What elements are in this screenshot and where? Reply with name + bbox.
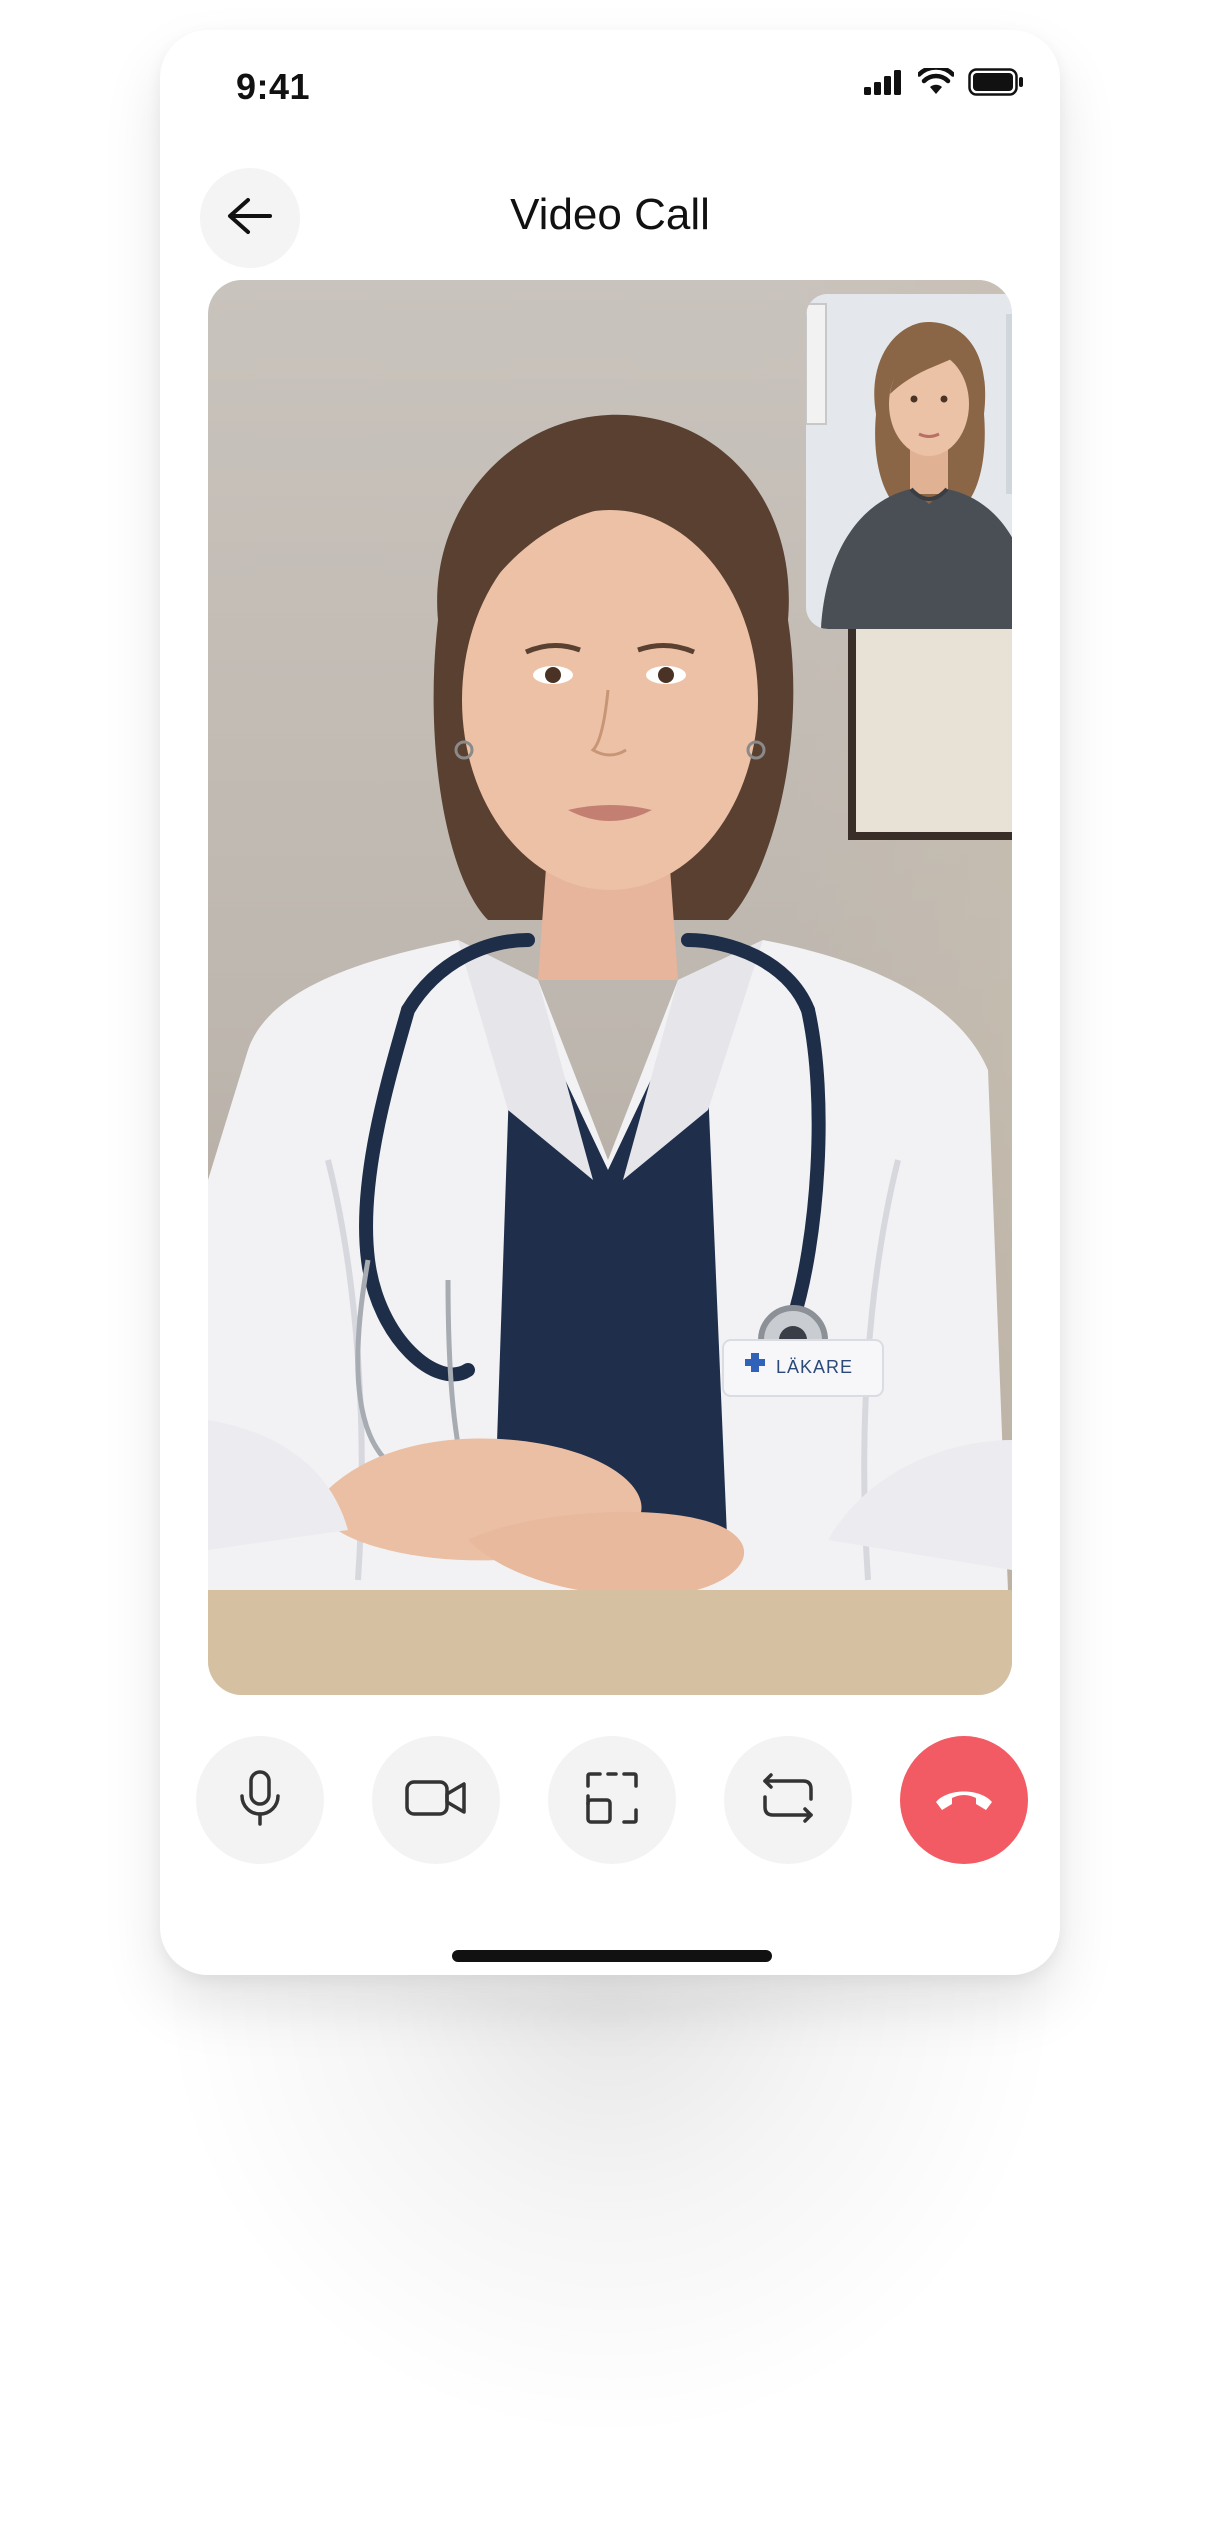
wifi-icon [918,68,954,96]
screen-share-button[interactable] [548,1736,676,1864]
camera-button[interactable] [372,1736,500,1864]
video-camera-icon [404,1776,468,1825]
mute-button[interactable] [196,1736,324,1864]
screen-share-icon [584,1770,640,1831]
signal-icon [864,69,904,95]
remote-video-feed: LÄKARE [208,280,1012,1695]
header: Video Call [160,160,1060,280]
microphone-icon [232,1768,288,1833]
phone-shadow [160,1980,1060,2440]
badge-text: LÄKARE [776,1357,853,1377]
switch-camera-icon [759,1769,817,1832]
self-view-video[interactable] [806,294,1012,629]
page-title: Video Call [510,190,710,239]
status-bar: 9:41 [160,30,1060,140]
status-icons [864,68,1024,96]
switch-camera-button[interactable] [724,1736,852,1864]
battery-icon [968,68,1024,96]
call-controls [196,1735,1028,1865]
status-time: 9:41 [236,66,311,107]
phone-screen: 9:41 Video Call LÄKARE [160,30,1060,1975]
home-indicator[interactable] [452,1950,772,1962]
end-call-button[interactable] [900,1736,1028,1864]
end-call-icon [932,1782,996,1819]
patient-illustration [806,294,1012,629]
